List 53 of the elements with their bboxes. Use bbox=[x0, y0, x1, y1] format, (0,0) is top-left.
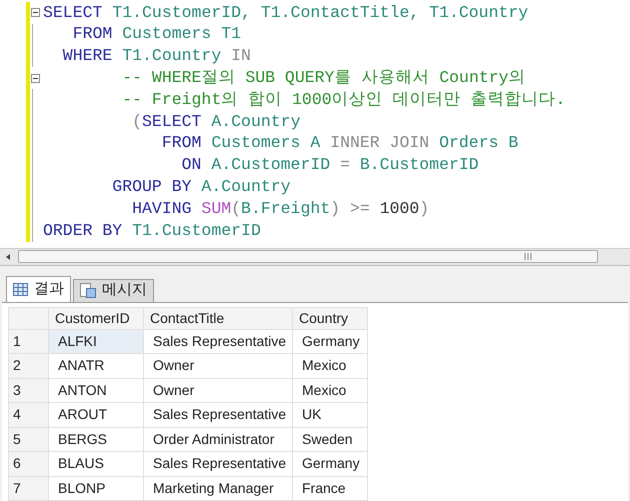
table-cell: Marketing Manager bbox=[144, 476, 292, 500]
table-cell: Mexico bbox=[292, 354, 368, 378]
horizontal-scrollbar[interactable] bbox=[0, 248, 630, 266]
table-cell: AROUT bbox=[48, 402, 144, 427]
result-tab[interactable]: 메시지 bbox=[73, 278, 154, 302]
code-line: ORDER BY T1.CustomerID bbox=[43, 222, 261, 240]
column-header[interactable]: Country bbox=[292, 307, 368, 329]
row-number[interactable]: 2 bbox=[8, 354, 48, 378]
code-line: ON A.CustomerID = B.CustomerID bbox=[180, 157, 479, 174]
table-cell: Order Administrator bbox=[144, 427, 292, 452]
scroll-left-icon[interactable] bbox=[4, 252, 12, 261]
row-number[interactable]: 1 bbox=[8, 329, 48, 354]
row-number[interactable]: 4 bbox=[8, 402, 48, 427]
table-cell: ANTON bbox=[48, 378, 144, 402]
table-cell: BLAUS bbox=[48, 452, 144, 476]
column-header[interactable]: ContactTitle bbox=[144, 307, 292, 329]
code-line: FROM Customers T1 bbox=[72, 26, 242, 43]
grip-icon bbox=[524, 253, 532, 260]
scrollbar-thumb[interactable] bbox=[18, 250, 598, 264]
code-line: (SELECT A.Country bbox=[131, 114, 300, 130]
table-cell: ALFKI bbox=[48, 329, 144, 354]
row-number[interactable]: 3 bbox=[8, 378, 48, 402]
table-cell: Sweden bbox=[292, 427, 368, 452]
code-line: SELECT T1.CustomerID, T1.ContactTitle, T1.Country bbox=[43, 4, 528, 22]
row-number[interactable]: 7 bbox=[8, 476, 48, 500]
table-cell: Germany bbox=[292, 329, 368, 354]
table-cell: BLONP bbox=[48, 476, 144, 500]
table-cell: Owner bbox=[144, 378, 292, 402]
table-cell: Owner bbox=[144, 354, 292, 378]
table-cell: France bbox=[292, 476, 368, 500]
code-editor[interactable] bbox=[0, 0, 630, 249]
code-line: WHERE T1.Country IN bbox=[62, 48, 251, 65]
document-icon bbox=[80, 283, 96, 298]
table-cell: Germany bbox=[292, 452, 368, 476]
table-cell: Sales Representative bbox=[144, 452, 292, 476]
column-header[interactable]: CustomerID bbox=[48, 307, 144, 329]
row-number[interactable]: 5 bbox=[8, 427, 48, 452]
code-line: FROM Customers A INNER JOIN Orders B bbox=[160, 135, 518, 152]
grid-icon bbox=[13, 282, 28, 296]
result-tab[interactable]: 결과 bbox=[6, 276, 71, 302]
code-line: GROUP BY A.Country bbox=[111, 179, 291, 196]
collapse-icon[interactable] bbox=[31, 74, 40, 83]
code-line: -- Freight의 합이 1000이상인 데이터만 출력합니다. bbox=[121, 92, 566, 108]
table-cell: Sales Representative bbox=[144, 402, 292, 427]
row-number[interactable]: 6 bbox=[8, 452, 48, 476]
table-cell: ANATR bbox=[48, 354, 144, 378]
table-cell: Sales Representative bbox=[144, 329, 292, 354]
table-cell: Mexico bbox=[292, 378, 368, 402]
table-cell: UK bbox=[292, 402, 368, 427]
collapse-icon[interactable] bbox=[31, 8, 40, 18]
code-line: -- WHERE절의 SUB QUERY를 사용해서 Country의 bbox=[121, 70, 526, 87]
table-cell: BERGS bbox=[48, 427, 144, 452]
code-line: HAVING SUM(B.Freight) >= 1000) bbox=[131, 200, 430, 218]
